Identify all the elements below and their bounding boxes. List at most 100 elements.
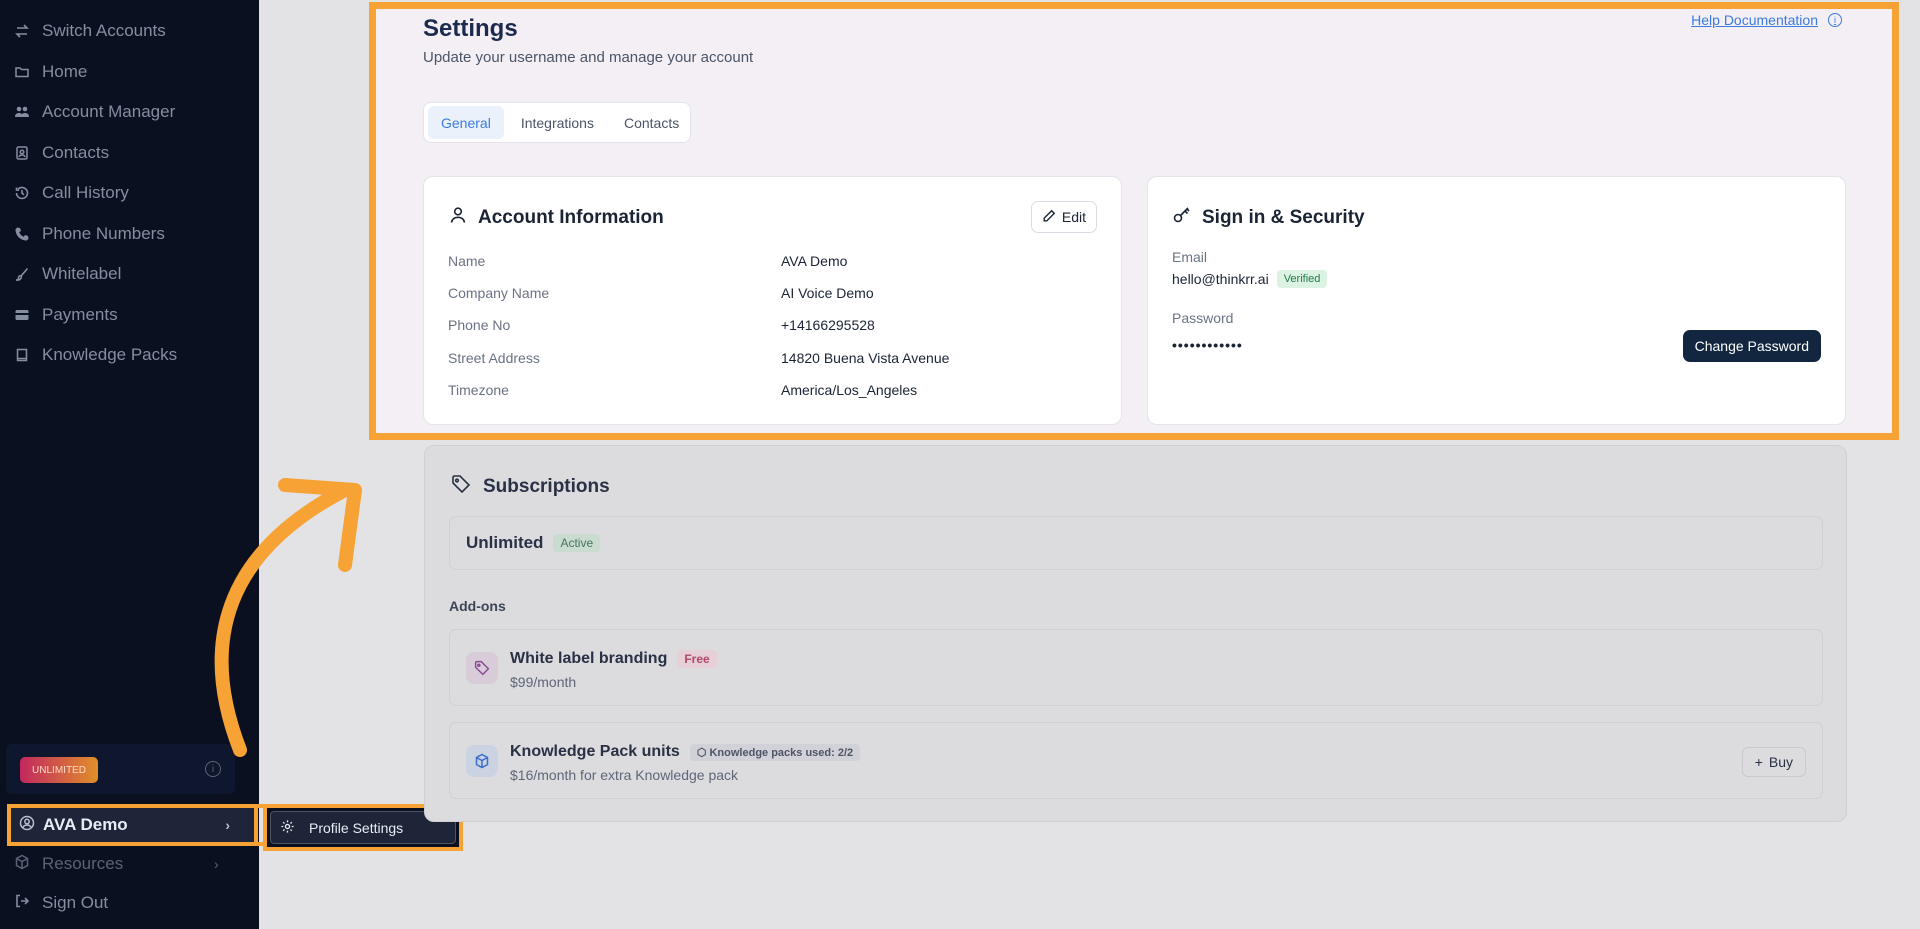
sidebar-item-label: Switch Accounts [42,21,166,40]
user-icon [448,205,468,231]
sidebar-item-account-manager[interactable]: Account Manager [14,98,175,126]
account-information-title-text: Account Information [478,207,664,228]
switch-icon [14,23,30,39]
email-label: Email [1172,249,1208,265]
help-documentation-link[interactable]: Help Documentation i [1691,12,1842,28]
account-information-title: Account Information [448,205,664,231]
info-label: Street Address [448,350,540,366]
info-value: America/Los_Angeles [781,382,918,398]
email-value: hello@thinkrr.ai [1172,271,1269,287]
info-label: Name [448,253,486,269]
sidebar-item-switch-accounts[interactable]: Switch Accounts [14,17,166,45]
status-badge: Active [553,534,601,552]
folder-icon [14,64,30,80]
tag-icon [466,652,498,684]
pencil-icon [1042,209,1056,226]
edit-button[interactable]: Edit [1030,201,1097,233]
buy-button[interactable]: + Buy [1741,747,1806,777]
sign-out-icon [14,893,30,914]
addon-price: $16/month for extra Knowledge pack [510,767,739,783]
sidebar-item-resources[interactable]: Resources › [14,851,219,877]
book-icon [14,347,30,363]
info-row-timezone: Timezone America/Los_Angeles [448,382,1098,402]
info-label: Company Name [448,285,550,301]
sidebar-item-label: Call History [42,183,129,202]
plan-badge: UNLIMITED [20,757,98,783]
user-circle-icon [19,815,35,836]
password-value: •••••••••••• [1172,337,1243,353]
cube-icon [466,745,498,777]
subscriptions-card: Subscriptions Unlimited Active Add-ons W… [424,445,1847,822]
password-label: Password [1172,310,1234,326]
addon-white-label: White label branding Free $99/month [449,629,1823,706]
profile-settings-label: Profile Settings [309,819,404,836]
addon-knowledge-pack: Knowledge Pack units ⬡ Knowledge packs u… [449,722,1823,799]
usage-badge-text: Knowledge packs used: 2/2 [709,746,854,759]
info-value: +14166295528 [781,317,875,333]
info-row-company: Company Name AI Voice Demo [448,285,1098,305]
sidebar-item-label: Knowledge Packs [42,345,178,364]
user-name: AVA Demo [43,815,128,834]
usage-badge: ⬡ Knowledge packs used: 2/2 [689,743,861,761]
account-information-card: Account Information Edit Name AVA Demo C… [423,176,1122,425]
info-label: Phone No [448,317,511,333]
annotation-arrow [214,478,362,757]
info-value: 14820 Buena Vista Avenue [781,350,950,366]
brush-icon [14,266,30,282]
credit-card-icon [14,307,30,323]
plus-icon: + [1754,754,1763,770]
info-row-name: Name AVA Demo [448,253,1098,273]
tag-icon [451,474,471,500]
addon-title: White label branding Free [510,650,717,668]
sidebar-item-payments[interactable]: Payments [14,301,118,329]
chevron-right-icon: › [214,856,219,872]
security-title: Sign in & Security [1172,205,1365,231]
addon-title: Knowledge Pack units ⬡ Knowledge packs u… [510,743,861,761]
addon-title-text: Knowledge Pack units [510,743,680,760]
info-row-address: Street Address 14820 Buena Vista Avenue [448,350,1098,370]
sidebar-item-label: Home [42,62,88,81]
sidebar-item-call-history[interactable]: Call History [14,179,129,207]
sidebar-item-label: Contacts [42,143,110,162]
tab-contacts[interactable]: Contacts [611,106,692,139]
history-icon [14,185,30,201]
email-value-row: hello@thinkrr.ai Verified [1172,270,1328,288]
tab-general[interactable]: General [428,106,504,139]
security-title-text: Sign in & Security [1202,207,1365,228]
addons-label: Add-ons [449,598,506,614]
addon-title-text: White label branding [510,650,668,667]
subscriptions-title: Subscriptions [451,474,610,500]
free-badge: Free [677,650,717,668]
subscriptions-title-text: Subscriptions [483,476,610,497]
buy-label: Buy [1768,754,1793,770]
sign-out-label: Sign Out [42,893,109,912]
cube-icon [14,854,30,875]
info-icon[interactable]: i [205,761,221,777]
sidebar-item-contacts[interactable]: Contacts [14,139,109,167]
edit-label: Edit [1061,209,1086,225]
verified-badge: Verified [1276,270,1328,288]
info-value: AI Voice Demo [781,285,874,301]
info-icon: i [1828,13,1842,27]
info-row-phone: Phone No +14166295528 [448,317,1098,337]
sidebar-item-label: Payments [42,305,118,324]
help-link-text: Help Documentation [1691,12,1818,28]
user-menu-button[interactable]: AVA Demo › [7,804,258,846]
change-password-button[interactable]: Change Password [1682,330,1821,362]
cube-icon: ⬡ [696,746,710,759]
tab-integrations[interactable]: Integrations [508,106,607,139]
sidebar-item-label: Phone Numbers [42,224,165,243]
sidebar-item-home[interactable]: Home [14,58,87,86]
info-label: Timezone [448,382,509,398]
page-title: Settings [423,15,518,42]
sign-out-button[interactable]: Sign Out [14,889,108,917]
phone-icon [14,226,30,242]
key-icon [1172,205,1192,231]
page-subtitle: Update your username and manage your acc… [423,49,754,66]
chevron-right-icon: › [225,817,230,833]
sidebar-item-label: Account Manager [42,102,176,121]
sidebar-item-knowledge-packs[interactable]: Knowledge Packs [14,341,177,369]
sidebar-item-whitelabel[interactable]: Whitelabel [14,260,121,288]
sidebar-item-phone-numbers[interactable]: Phone Numbers [14,220,165,248]
contact-card-icon [14,145,30,161]
